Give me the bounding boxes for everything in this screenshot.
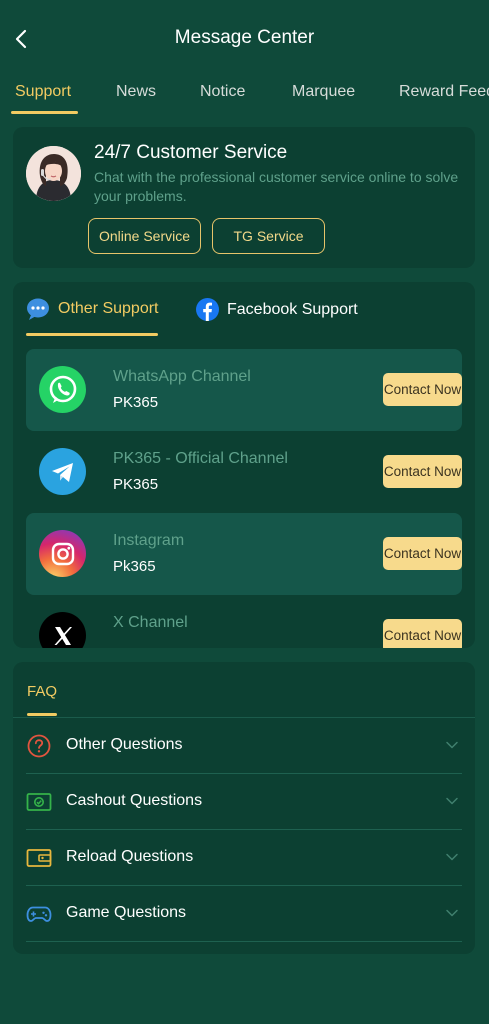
- tab-facebook-support[interactable]: Facebook Support: [196, 298, 358, 321]
- channel-subtitle: Pk365: [113, 558, 156, 575]
- faq-item-other-questions[interactable]: Other Questions: [26, 718, 462, 774]
- channel-subtitle: PK365: [113, 394, 159, 411]
- chevron-down-icon: [446, 741, 458, 749]
- faq-item-reload-questions[interactable]: Reload Questions: [26, 830, 462, 886]
- chat-bubble-icon: [27, 298, 49, 320]
- customer-service-card: 24/7 Customer Service Chat with the prof…: [13, 127, 475, 268]
- cashout-icon: [26, 790, 52, 814]
- contact-now-button[interactable]: Contact Now: [383, 537, 462, 570]
- top-tabs: Support News Notice Marquee Reward Feed: [0, 78, 489, 118]
- customer-service-description: Chat with the professional customer serv…: [94, 169, 459, 204]
- active-tab-indicator: [11, 111, 78, 114]
- facebook-icon: [196, 298, 219, 321]
- tab-other-support[interactable]: Other Support: [26, 298, 159, 320]
- chevron-down-icon: [446, 909, 458, 917]
- whatsapp-icon: [39, 366, 86, 413]
- tg-service-button[interactable]: TG Service: [212, 218, 325, 254]
- channel-name: X Channel: [113, 614, 188, 631]
- channel-name: Instagram: [113, 532, 185, 549]
- faq-item-cashout-questions[interactable]: Cashout Questions: [26, 774, 462, 830]
- x-icon: [39, 612, 86, 648]
- app-header: Message Center: [0, 0, 489, 78]
- contact-now-button[interactable]: Contact Now: [383, 373, 462, 406]
- contact-now-button[interactable]: Contact Now: [383, 619, 462, 648]
- faq-title: FAQ: [27, 683, 58, 700]
- agent-avatar: [26, 146, 81, 201]
- faq-item-game-questions[interactable]: Game Questions: [26, 886, 462, 942]
- chevron-down-icon: [446, 797, 458, 805]
- support-channels-card: Other Support Facebook Support WhatsApp …: [13, 282, 475, 648]
- chevron-down-icon: [446, 853, 458, 861]
- instagram-icon: [39, 530, 86, 577]
- support-tab-indicator: [26, 333, 158, 336]
- tab-notice[interactable]: Notice: [200, 83, 245, 101]
- customer-service-title: 24/7 Customer Service: [94, 142, 288, 163]
- tab-marquee[interactable]: Marquee: [292, 83, 355, 101]
- channel-name: PK365 - Official Channel: [113, 450, 288, 467]
- channel-name: WhatsApp Channel: [113, 368, 251, 385]
- online-service-button[interactable]: Online Service: [88, 218, 201, 254]
- page-title: Message Center: [174, 27, 315, 48]
- faq-item-label: Game Questions: [66, 904, 187, 921]
- faq-title-indicator: [27, 713, 57, 716]
- faq-card: FAQ Other Questions Cashout Questions Re…: [13, 662, 475, 954]
- other-support-label: Other Support: [58, 300, 159, 317]
- wallet-icon: [26, 846, 52, 870]
- faq-item-label: Other Questions: [66, 736, 183, 753]
- channel-item-instagram: Instagram Pk365 Contact Now: [26, 513, 462, 595]
- channel-subtitle: PK365: [113, 476, 159, 493]
- facebook-support-label: Facebook Support: [227, 300, 358, 318]
- channel-item-telegram: PK365 - Official Channel PK365 Contact N…: [26, 431, 462, 513]
- channel-item-whatsapp: WhatsApp Channel PK365 Contact Now: [26, 349, 462, 431]
- tab-news[interactable]: News: [116, 83, 156, 101]
- question-icon: [26, 734, 52, 758]
- channel-item-x: X Channel Contact Now: [26, 595, 462, 648]
- tab-reward-feed[interactable]: Reward Feed: [399, 83, 489, 101]
- telegram-icon: [39, 448, 86, 495]
- faq-item-label: Cashout Questions: [66, 792, 203, 809]
- gamepad-icon: [26, 902, 52, 926]
- faq-item-label: Reload Questions: [66, 848, 194, 865]
- tab-support[interactable]: Support: [15, 83, 71, 101]
- contact-now-button[interactable]: Contact Now: [383, 455, 462, 488]
